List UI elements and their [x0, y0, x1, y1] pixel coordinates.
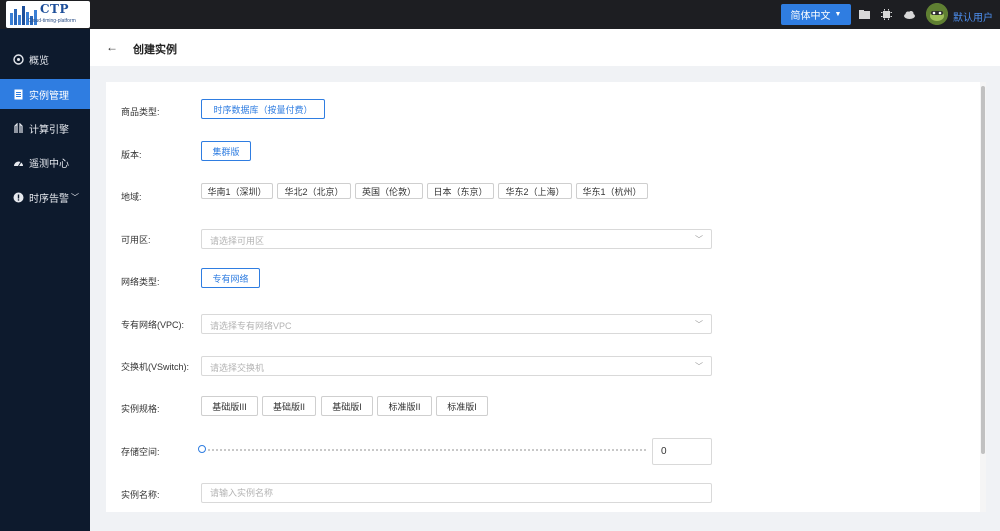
engine-icon: [14, 122, 23, 133]
vswitch-placeholder: 请选择交换机: [210, 363, 265, 373]
region-option-shanghai[interactable]: 华东2（上海）: [498, 183, 572, 199]
spec-label: 实例规格:: [121, 404, 160, 414]
sidebar-item-label: 时序告警: [29, 193, 69, 205]
sidebar-item-label: 实例管理: [29, 90, 69, 102]
user-avatar[interactable]: [926, 3, 948, 25]
spec-option-basic-3[interactable]: 基础版III: [201, 396, 258, 416]
region-option-london[interactable]: 英国（伦敦）: [355, 183, 423, 199]
zone-select[interactable]: 请选择可用区 ﹀: [201, 229, 712, 249]
storage-label: 存储空间:: [121, 447, 160, 457]
language-dropdown[interactable]: 简体中文 ▼: [781, 4, 851, 25]
vpc-label: 专有网络(VPC):: [121, 320, 185, 330]
sidebar-item-compute-engine[interactable]: 计算引擎: [0, 113, 90, 143]
vswitch-select[interactable]: 请选择交换机 ﹀: [201, 356, 712, 376]
spec-option-standard-1[interactable]: 标准版I: [436, 396, 488, 416]
region-option-shenzhen[interactable]: 华南1（深圳）: [201, 183, 273, 199]
instance-name-label: 实例名称:: [121, 490, 160, 500]
zone-label: 可用区:: [121, 235, 151, 245]
telemetry-icon: [14, 161, 23, 166]
cloud-icon[interactable]: [903, 8, 916, 21]
app-logo[interactable]: CTP Cloud-timing-platform: [6, 1, 90, 28]
chevron-down-icon: ﹀: [695, 235, 703, 244]
sidebar-item-overview[interactable]: 概览: [0, 44, 90, 74]
language-label: 简体中文: [790, 11, 831, 22]
scrollbar-thumb[interactable]: [981, 86, 985, 454]
sidebar: 概览 实例管理 计算引擎 遥测中心 时序告警 ﹀: [0, 29, 90, 531]
sidebar-item-label: 遥测中心: [29, 158, 69, 170]
spec-option-standard-2[interactable]: 标准版II: [377, 396, 432, 416]
product-type-label: 商品类型:: [121, 107, 160, 117]
sidebar-item-label: 概览: [29, 55, 49, 67]
document-icon: [14, 89, 23, 99]
version-label: 版本:: [121, 150, 142, 160]
storage-slider-handle[interactable]: [198, 445, 206, 453]
user-name[interactable]: 默认用户: [953, 9, 993, 24]
dashboard-icon: [13, 53, 24, 65]
chevron-down-icon: ﹀: [695, 320, 703, 329]
region-option-tokyo[interactable]: 日本（东京）: [427, 183, 494, 199]
region-option-beijing[interactable]: 华北2（北京）: [277, 183, 351, 199]
top-bar: CTP Cloud-timing-platform 简体中文 ▼ 默认用户: [0, 0, 1000, 29]
sidebar-item-instances[interactable]: 实例管理: [0, 79, 90, 109]
vpc-select[interactable]: 请选择专有网络VPC ﹀: [201, 314, 712, 334]
network-type-label: 网络类型:: [121, 277, 160, 287]
network-type-button[interactable]: 专有网络: [201, 268, 260, 288]
vpc-placeholder: 请选择专有网络VPC: [210, 321, 292, 331]
spec-option-basic-2[interactable]: 基础版II: [262, 396, 316, 416]
spec-option-basic-1[interactable]: 基础版I: [321, 396, 373, 416]
chevron-down-icon: ﹀: [695, 362, 703, 371]
page-header: ← 创建实例: [90, 29, 1000, 66]
chip-icon[interactable]: [880, 8, 893, 21]
chevron-down-icon: ▼: [834, 11, 842, 18]
sidebar-item-alerts[interactable]: 时序告警 ﹀: [0, 182, 90, 212]
sidebar-item-telemetry[interactable]: 遥测中心: [0, 147, 90, 177]
zone-placeholder: 请选择可用区: [210, 236, 265, 246]
alert-icon: [13, 192, 24, 202]
back-arrow-icon[interactable]: ←: [106, 40, 118, 54]
logo-subtitle: Cloud-timing-platform: [28, 18, 76, 24]
region-label: 地域:: [121, 192, 142, 202]
version-button[interactable]: 集群版: [201, 141, 251, 161]
avatar-icon: [926, 3, 948, 25]
region-option-hangzhou[interactable]: 华东1（杭州）: [576, 183, 648, 199]
instance-name-input[interactable]: [201, 483, 712, 503]
vswitch-label: 交换机(VSwitch):: [121, 362, 190, 372]
page-title: 创建实例: [133, 44, 177, 56]
sidebar-item-label: 计算引擎: [29, 124, 69, 136]
folder-icon[interactable]: [858, 8, 871, 21]
storage-input[interactable]: [652, 438, 712, 465]
chevron-down-icon: ﹀: [71, 192, 79, 202]
storage-slider-track[interactable]: [203, 449, 646, 451]
logo-title: CTP: [40, 2, 70, 16]
product-type-button[interactable]: 时序数据库（按量付费）: [201, 99, 325, 119]
